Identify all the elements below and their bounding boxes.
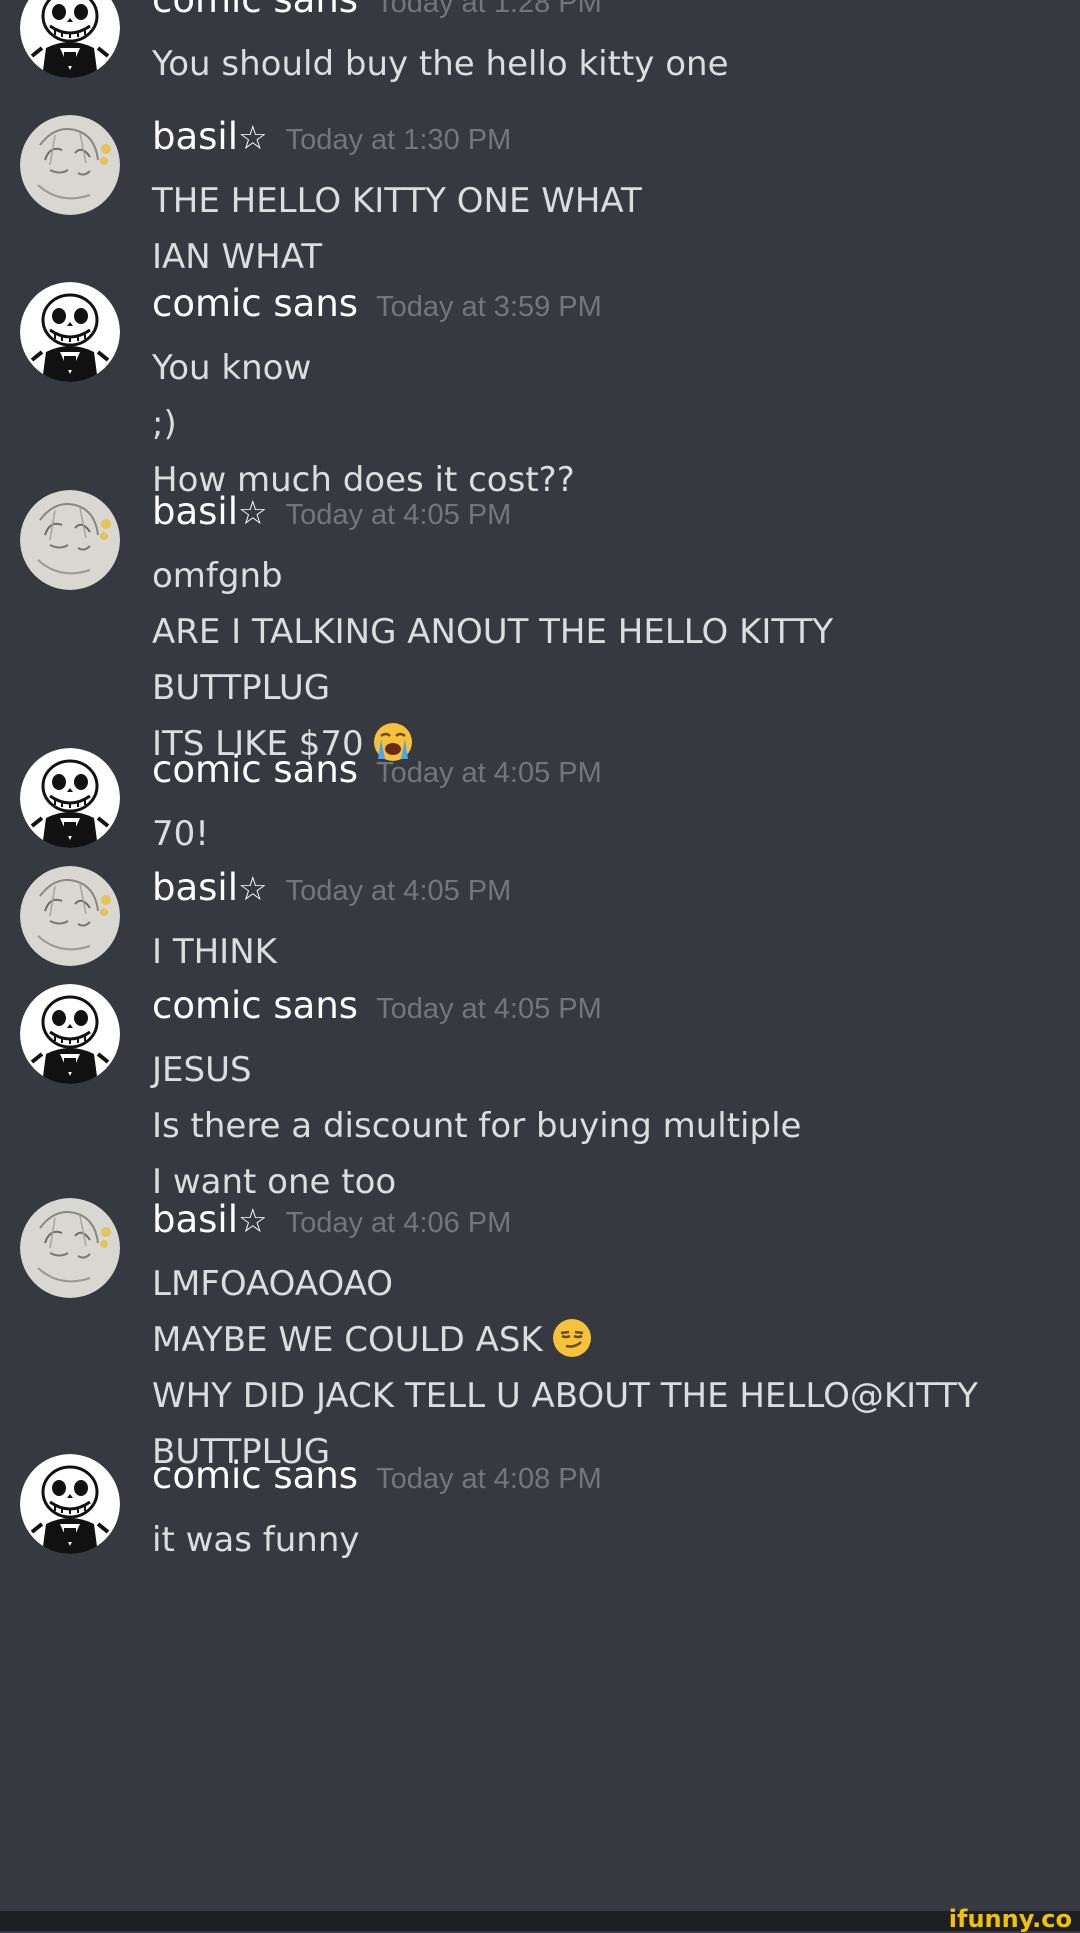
message-body: JESUS Is there a discount for buying mult… [152,1042,801,1210]
message-line: THE HELLO KITTY ONE WHAT [152,173,642,229]
message-header: basil☆ Today at 1:30 PM [152,115,511,160]
author-name[interactable]: basil☆ [152,115,268,158]
message-text: You should buy the hello kitty one [152,44,729,84]
sketch-avatar[interactable] [20,866,120,966]
message-line: You know [152,340,575,396]
message-body: You should buy the hello kitty one [152,36,729,92]
message-text: LMFOAOAOAO [152,1264,394,1304]
author-name[interactable]: comic sans [152,282,358,325]
message-line: BUTTPLUG [152,660,833,716]
timestamp[interactable]: Today at 4:05 PM [376,757,602,789]
sketch-avatar[interactable] [20,490,120,590]
message-text: I want one too [152,1162,397,1202]
message-line: LMFOAOAOAO [152,1256,978,1312]
author-name[interactable]: comic sans [152,1454,358,1497]
message-line: MAYBE WE COULD ASK [152,1312,978,1368]
message-line: WHY DID JACK TELL U ABOUT THE HELLO@KITT… [152,1368,978,1424]
message-header: basil☆ Today at 4:05 PM [152,866,511,911]
message-line: I THINK [152,924,277,980]
message-text: ;) [152,404,177,444]
message-text: BUTTPLUG [152,668,331,708]
message-header: basil☆ Today at 4:06 PM [152,1198,511,1243]
star-icon: ☆ [238,1201,268,1240]
message-header: comic sans Today at 1:28 PM [152,0,602,22]
message-body: I THINK [152,924,277,980]
skeleton-avatar[interactable] [20,0,120,78]
message-header: comic sans Today at 4:05 PM [152,748,602,792]
author-name-text: comic sans [152,1454,359,1497]
timestamp[interactable]: Today at 3:59 PM [376,291,602,323]
author-name[interactable]: basil☆ [152,490,268,533]
message-header: basil☆ Today at 4:05 PM [152,490,511,535]
smirking-emoji [551,1317,593,1359]
message-line: IAN WHAT [152,229,642,285]
message-text: it was funny [152,1520,360,1560]
message-header: comic sans Today at 4:08 PM [152,1454,602,1498]
message-text: 70! [152,814,209,854]
message-body: You know;) How much does it cost?? [152,340,575,508]
timestamp[interactable]: Today at 4:06 PM [286,1207,512,1239]
timestamp[interactable]: Today at 4:05 PM [286,499,512,531]
message-body: it was funny [152,1512,360,1568]
message-line: JESUS [152,1042,801,1098]
author-name[interactable]: basil☆ [152,866,268,909]
star-icon: ☆ [238,869,268,908]
message-header: comic sans Today at 4:05 PM [152,984,602,1028]
author-name-text: basil [152,866,238,909]
skeleton-avatar[interactable] [20,282,120,382]
skeleton-avatar[interactable] [20,1454,120,1554]
sketch-avatar[interactable] [20,115,120,215]
author-name-text: comic sans [152,282,359,325]
skeleton-avatar[interactable] [20,748,120,848]
message-line: it was funny [152,1512,360,1568]
star-icon: ☆ [238,493,268,532]
author-name-text: basil [152,490,238,533]
author-name[interactable]: comic sans [152,984,358,1027]
sketch-avatar[interactable] [20,1198,120,1298]
message-header: comic sans Today at 3:59 PM [152,282,602,326]
message-text: WHY DID JACK TELL U ABOUT THE HELLO@KITT… [152,1376,978,1416]
author-name-text: basil [152,1198,238,1241]
author-name[interactable]: basil☆ [152,1198,268,1241]
timestamp[interactable]: Today at 4:05 PM [286,875,512,907]
message-body: LMFOAOAOAO MAYBE WE COULD ASK WHY DID JACK… [152,1256,978,1480]
message-text: MAYBE WE COULD ASK [152,1320,543,1360]
message-text: ARE I TALKING ANOUT THE HELLO KITTY [152,612,834,652]
timestamp[interactable]: Today at 4:08 PM [376,1463,602,1495]
message-text: THE HELLO KITTY ONE WHAT [152,181,642,221]
star-icon: ☆ [238,118,268,157]
message-line: ;) [152,396,575,452]
author-name-text: comic sans [152,984,359,1027]
message-text: JESUS [152,1050,252,1090]
timestamp[interactable]: Today at 1:28 PM [376,0,602,19]
message-body: 70! [152,806,209,862]
message-body: omfgnb ARE I TALKING ANOUT THE HELLO KITT… [152,548,833,772]
message-line: You should buy the hello kitty one [152,36,729,92]
author-name-text: comic sans [152,748,359,791]
author-name[interactable]: comic sans [152,0,358,21]
message-line: ARE I TALKING ANOUT THE HELLO KITTY [152,604,833,660]
message-text: I THINK [152,932,277,972]
skeleton-avatar[interactable] [20,984,120,1084]
message-text: IAN WHAT [152,237,323,277]
timestamp[interactable]: Today at 4:05 PM [376,993,602,1025]
watermark: ifunny.co [948,1905,1072,1933]
timestamp[interactable]: Today at 1:30 PM [286,124,512,156]
message-text: You know [152,348,312,388]
message-line: 70! [152,806,209,862]
message-body: THE HELLO KITTY ONE WHAT IAN WHAT [152,173,642,285]
message-line: omfgnb [152,548,833,604]
author-name[interactable]: comic sans [152,748,358,791]
message-text: Is there a discount for buying multiple [152,1106,802,1146]
message-text: omfgnb [152,556,283,596]
author-name-text: basil [152,115,238,158]
message-line: Is there a discount for buying multiple [152,1098,801,1154]
footer-bar [0,1911,1080,1931]
author-name-text: comic sans [152,0,358,21]
